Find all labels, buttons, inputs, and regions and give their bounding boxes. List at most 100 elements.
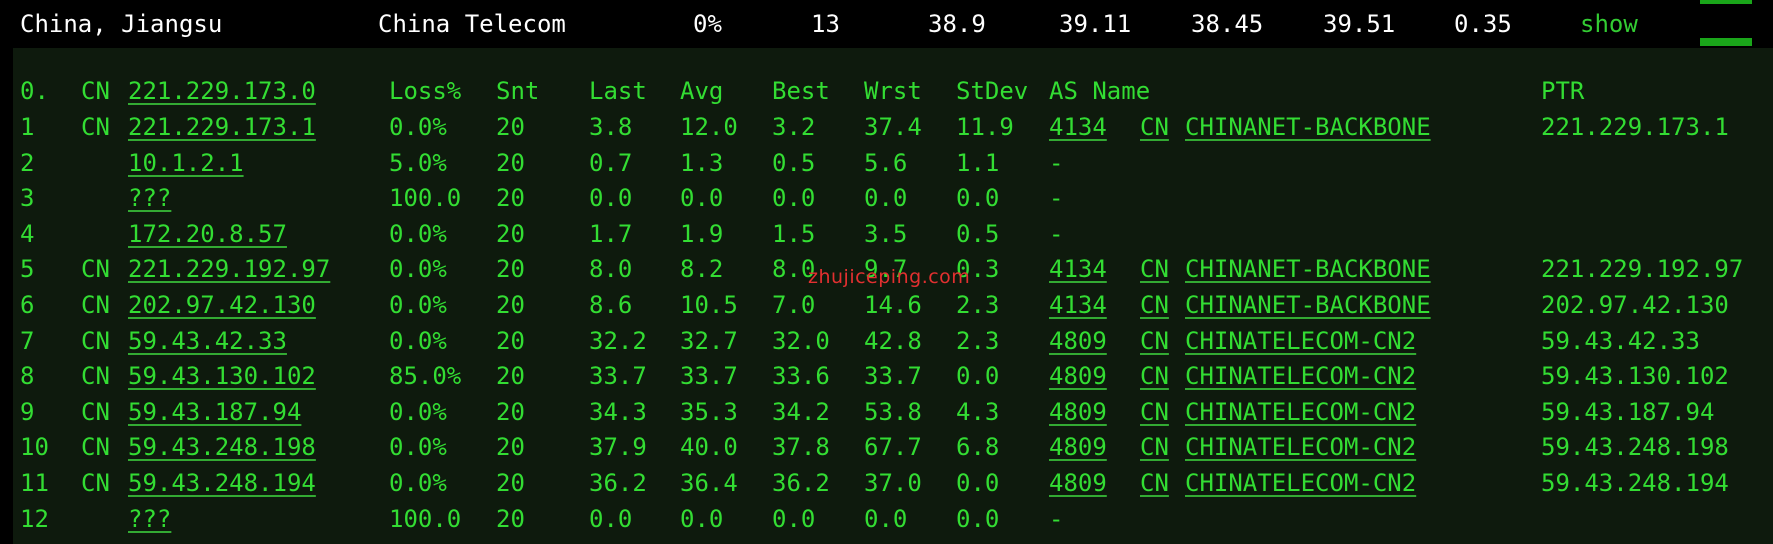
- hop-as-name[interactable]: CHINANET-BACKBONE: [1185, 251, 1431, 287]
- hop-best: 0.0: [772, 504, 816, 533]
- hop-host-link[interactable]: 59.43.248.194: [128, 465, 316, 501]
- table-row: 8 CN 59.43.130.102 85.0% 20 33.7 33.7 33.6 33.7 0…: [13, 358, 1773, 394]
- header-loss: Loss%: [389, 77, 462, 105]
- hop-index: 12: [20, 504, 49, 533]
- hop-last: 32.2: [589, 326, 647, 355]
- hop-index: 6: [20, 291, 35, 319]
- hop-as-name[interactable]: CHINANET-BACKBONE: [1185, 287, 1431, 323]
- hop-avg: 8.2: [680, 255, 724, 284]
- hop-host-link[interactable]: ???: [128, 501, 171, 537]
- hop-host-link[interactable]: 221.229.192.97: [128, 251, 330, 287]
- hop-last: 36.2: [589, 469, 647, 497]
- hop-as-country[interactable]: CN: [1140, 358, 1169, 394]
- header-best: Best: [772, 77, 830, 105]
- hop-avg: 1.9: [680, 219, 724, 248]
- hop-as-name[interactable]: CHINANET-BACKBONE: [1185, 109, 1431, 145]
- table-row: 7 CN 59.43.42.33 0.0% 20 32.2 32.7 32.0 42.8 2.3 4…: [13, 323, 1773, 359]
- hop-host-link[interactable]: ???: [128, 180, 171, 216]
- hop-as-name[interactable]: CHINATELECOM-CN2: [1185, 358, 1416, 394]
- hop-avg: 0.0: [680, 184, 724, 213]
- header-ptr: PTR: [1541, 77, 1585, 105]
- hop-wrst: 53.8: [864, 397, 922, 426]
- hop-last: 37.9: [589, 433, 647, 462]
- hop-as-country[interactable]: CN: [1140, 323, 1169, 359]
- summary-stdev: 0.35: [1454, 10, 1512, 38]
- hop-host-link[interactable]: 59.43.187.94: [128, 394, 301, 430]
- hop-host-link[interactable]: 221.229.173.1: [128, 109, 316, 145]
- hop-asn[interactable]: 4134: [1049, 251, 1107, 287]
- hop-country: CN: [81, 362, 110, 391]
- hop-host-link[interactable]: 172.20.8.57: [128, 216, 287, 252]
- table-row: 4 172.20.8.57 0.0% 20 1.7 1.9 1.5 3.5 0.5 -: [13, 216, 1773, 252]
- hop-host-link[interactable]: 59.43.42.33: [128, 323, 287, 359]
- summary-best: 38.45: [1191, 10, 1264, 38]
- hop-snt: 20: [496, 326, 525, 355]
- hop-country: CN: [81, 113, 110, 141]
- hop-host-link[interactable]: 202.97.42.130: [128, 287, 316, 323]
- hop-loss: 0.0%: [389, 397, 447, 426]
- header-host-link[interactable]: 221.229.173.0: [128, 73, 316, 109]
- hop-last: 1.7: [589, 219, 633, 248]
- hop-last: 0.0: [589, 504, 633, 533]
- hop-last: 33.7: [589, 362, 647, 391]
- hop-host-link[interactable]: 59.43.248.198: [128, 429, 316, 465]
- hop-host-link[interactable]: 59.43.130.102: [128, 358, 316, 394]
- hop-avg: 40.0: [680, 433, 738, 462]
- hop-best: 33.6: [772, 362, 830, 391]
- header-snt: Snt: [496, 77, 540, 105]
- table-row: 10 CN 59.43.248.198 0.0% 20 37.9 40.0 37.8 67.7 6…: [13, 429, 1773, 465]
- hop-as-name[interactable]: CHINATELECOM-CN2: [1185, 429, 1416, 465]
- hop-best: 0.5: [772, 148, 816, 177]
- summary-isp: China Telecom: [378, 10, 566, 38]
- hop-index: 3: [20, 184, 35, 213]
- show-button[interactable]: show: [1580, 0, 1638, 48]
- hop-host-link[interactable]: 10.1.2.1: [128, 145, 244, 181]
- hop-loss: 0.0%: [389, 255, 447, 284]
- hop-as-name[interactable]: CHINATELECOM-CN2: [1185, 323, 1416, 359]
- summary-avg: 39.11: [1059, 10, 1132, 38]
- hop-best: 3.2: [772, 113, 816, 141]
- hop-wrst: 14.6: [864, 291, 922, 319]
- hop-asn[interactable]: 4134: [1049, 109, 1107, 145]
- hop-asn[interactable]: 4809: [1049, 465, 1107, 501]
- hop-country: CN: [81, 291, 110, 319]
- hop-snt: 20: [496, 219, 525, 248]
- hop-asn[interactable]: 4809: [1049, 323, 1107, 359]
- hop-snt: 20: [496, 291, 525, 319]
- hop-country: CN: [81, 469, 110, 497]
- hop-asn[interactable]: 4809: [1049, 358, 1107, 394]
- hop-ptr: 202.97.42.130: [1541, 291, 1729, 319]
- hop-asn[interactable]: 4809: [1049, 394, 1107, 430]
- hop-best: 37.8: [772, 433, 830, 462]
- hop-best: 34.2: [772, 397, 830, 426]
- hop-avg: 10.5: [680, 291, 738, 319]
- table-row: 3??? 100.0 20 0.0 0.0 0.0 0.0 0.0 -: [13, 180, 1773, 216]
- hop-as-country[interactable]: CN: [1140, 251, 1169, 287]
- hop-as-name[interactable]: CHINATELECOM-CN2: [1185, 465, 1416, 501]
- hop-wrst: 37.0: [864, 469, 922, 497]
- hop-as-country[interactable]: CN: [1140, 394, 1169, 430]
- hop-as-name[interactable]: CHINATELECOM-CN2: [1185, 394, 1416, 430]
- hop-wrst: 0.0: [864, 504, 908, 533]
- hop-snt: 20: [496, 255, 525, 284]
- hop-as-country[interactable]: CN: [1140, 429, 1169, 465]
- hop-snt: 20: [496, 469, 525, 497]
- hop-index: 5: [20, 255, 35, 284]
- header-stdev: StDev: [956, 77, 1029, 105]
- summary-row: China, Jiangsu China Telecom 0% 13 38.9 …: [0, 0, 1773, 48]
- hop-as-country[interactable]: CN: [1140, 465, 1169, 501]
- hop-loss: 0.0%: [389, 326, 447, 355]
- hop-avg: 32.7: [680, 326, 738, 355]
- hop-asn[interactable]: 4809: [1049, 429, 1107, 465]
- hop-asn[interactable]: 4134: [1049, 287, 1107, 323]
- hop-best: 0.0: [772, 184, 816, 213]
- hop-as-country[interactable]: CN: [1140, 287, 1169, 323]
- hop-as-country[interactable]: CN: [1140, 109, 1169, 145]
- hop-loss: 0.0%: [389, 113, 447, 141]
- hop-loss: 5.0%: [389, 148, 447, 177]
- hop-avg: 12.0: [680, 113, 738, 141]
- hop-wrst: 42.8: [864, 326, 922, 355]
- hop-ptr: 221.229.192.97: [1541, 255, 1744, 284]
- hop-avg: 36.4: [680, 469, 738, 497]
- table-row: 6 CN 202.97.42.130 0.0% 20 8.6 10.5 7.0 14.6 2.3 4…: [13, 287, 1773, 323]
